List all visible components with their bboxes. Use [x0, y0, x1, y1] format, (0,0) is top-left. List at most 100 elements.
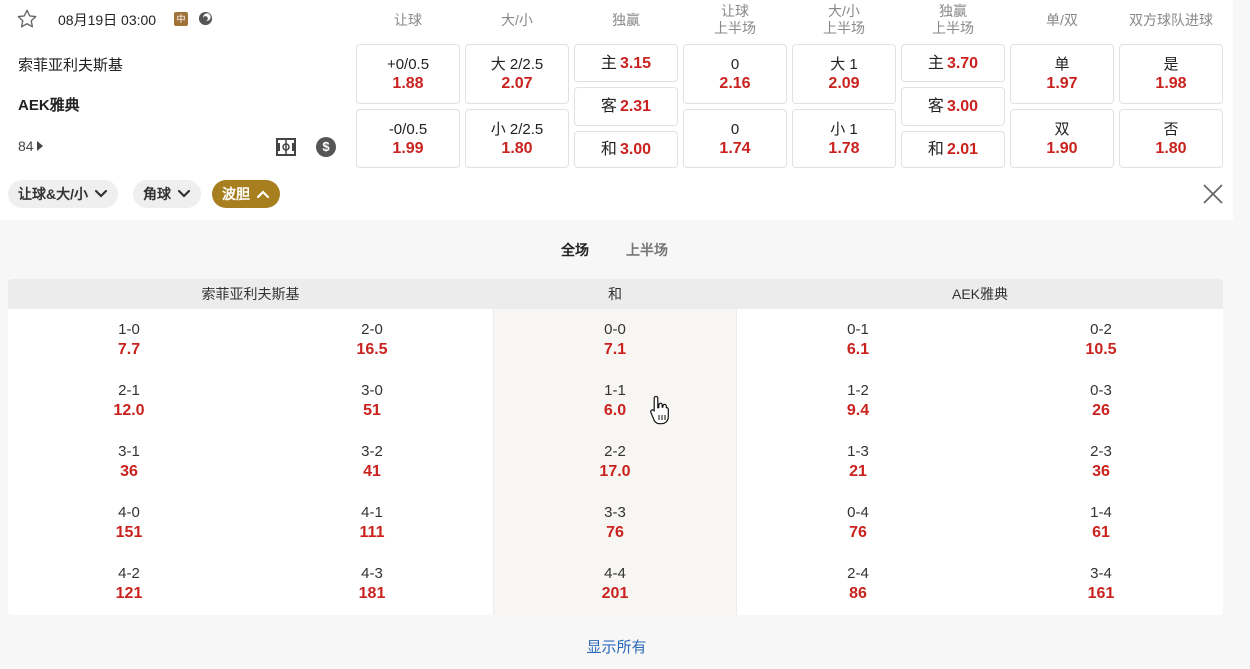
chevron-down-icon — [177, 189, 191, 198]
score-cell[interactable]: 3-1 36 — [8, 442, 250, 482]
column-header-line: 上半场 — [932, 20, 974, 36]
score-cell[interactable]: 4-3 181 — [251, 564, 493, 604]
odds-cell-moneyline-1h[interactable]: 客 3.00 — [901, 87, 1005, 126]
odds-cell-over-under[interactable]: 大 2/2.5 2.07 — [465, 44, 569, 104]
score-cell[interactable]: 3-0 51 — [251, 381, 493, 421]
score-cell[interactable]: 2-0 16.5 — [251, 320, 493, 360]
odds-cell-btts[interactable]: 否 1.80 — [1119, 109, 1223, 168]
score-odd: 86 — [849, 585, 867, 602]
score-odd: 111 — [359, 524, 385, 541]
score-cell[interactable]: 4-0 151 — [8, 503, 250, 543]
odds-value: 2.07 — [501, 75, 533, 92]
filter-label: 角球 — [143, 186, 171, 202]
odds-value: 1.78 — [828, 139, 860, 157]
filter-correct-score[interactable]: 波胆 — [212, 180, 280, 208]
score-cell[interactable]: 0-2 10.5 — [980, 320, 1222, 360]
odds-cell-over-under[interactable]: 小 2/2.5 1.80 — [465, 109, 569, 168]
score-cell[interactable]: 2-4 86 — [737, 564, 979, 604]
score-label: 1-0 — [118, 321, 140, 338]
column-header-handicap-1h: 让球 上半场 — [683, 2, 787, 38]
filter-corners[interactable]: 角球 — [133, 180, 201, 208]
score-cell[interactable]: 1-1 6.0 — [494, 381, 736, 421]
odds-cell-moneyline[interactable]: 客 2.31 — [574, 87, 678, 126]
column-header-line: 让球 — [721, 3, 749, 19]
odds-value: 3.70 — [946, 54, 979, 72]
score-cell[interactable]: 0-3 26 — [980, 381, 1222, 421]
match-minute[interactable]: 84 — [18, 138, 43, 154]
score-cell[interactable]: 4-2 121 — [8, 564, 250, 604]
odds-cell-handicap[interactable]: +0/0.5 1.88 — [356, 44, 460, 104]
odds-cell-handicap[interactable]: -0/0.5 1.99 — [356, 109, 460, 168]
score-odd: 10.5 — [1085, 341, 1117, 358]
odds-value: 2.01 — [946, 141, 979, 158]
column-header-odd-even: 单/双 — [1010, 2, 1114, 38]
score-label: 2-0 — [361, 321, 383, 338]
minute-value: 84 — [18, 138, 34, 154]
score-cell[interactable]: 3-2 41 — [251, 442, 493, 482]
match-datetime: 08月19日 03:00 — [58, 12, 157, 28]
odds-value: 3.00 — [946, 98, 979, 115]
score-cell[interactable]: 1-3 21 — [737, 442, 979, 482]
tab-full-time[interactable]: 全场 — [561, 240, 589, 260]
triangle-right-icon — [36, 141, 43, 151]
odds-label: 0 — [730, 120, 740, 138]
score-cell[interactable]: 0-4 76 — [737, 503, 979, 543]
score-cell[interactable]: 0-0 7.1 — [494, 320, 736, 360]
score-label: 0-2 — [1090, 321, 1112, 338]
score-cell[interactable]: 1-0 7.7 — [8, 320, 250, 360]
column-header-over-under-1h: 大/小 上半场 — [792, 2, 896, 38]
column-header-line: 大/小 — [828, 3, 860, 19]
score-odd: 17.0 — [599, 463, 631, 480]
show-all-link[interactable]: 显示所有 — [0, 636, 1233, 657]
odds-value: 1.98 — [1155, 75, 1187, 92]
score-label: 1-3 — [847, 443, 869, 460]
score-odd: 9.4 — [846, 402, 870, 419]
score-cell[interactable]: 2-2 17.0 — [494, 442, 736, 482]
odds-cell-moneyline[interactable]: 和 3.00 — [574, 131, 678, 168]
filter-handicap-ou[interactable]: 让球&大/小 — [8, 180, 118, 208]
pitch-icon[interactable] — [276, 138, 296, 156]
odds-cell-odd-even[interactable]: 单 1.97 — [1010, 44, 1114, 104]
score-label: 0-4 — [847, 504, 869, 521]
score-cell[interactable]: 4-4 201 — [494, 564, 736, 604]
odds-cell-handicap-1h[interactable]: 0 2.16 — [683, 44, 787, 104]
close-icon[interactable] — [1201, 182, 1225, 206]
odds-label: 单 — [1054, 56, 1070, 73]
score-odd: 6.1 — [846, 341, 870, 358]
score-cell[interactable]: 3-4 161 — [980, 564, 1222, 604]
score-cell[interactable]: 3-3 76 — [494, 503, 736, 543]
score-cell[interactable]: 1-4 61 — [980, 503, 1222, 543]
column-header-moneyline: 独赢 — [574, 2, 678, 38]
star-icon[interactable] — [16, 8, 38, 30]
filter-label: 波胆 — [222, 186, 250, 202]
odds-value: 3.00 — [619, 141, 652, 158]
odds-cell-over-under-1h[interactable]: 小 1 1.78 — [792, 109, 896, 168]
score-label: 4-0 — [118, 504, 140, 521]
odds-value: 1.80 — [1155, 139, 1187, 157]
odds-label: 客 — [600, 98, 617, 115]
score-odd: 36 — [1092, 463, 1110, 480]
odds-cell-moneyline-1h[interactable]: 主 3.70 — [901, 44, 1005, 82]
odds-value: 1.88 — [392, 75, 424, 92]
score-cell[interactable]: 2-1 12.0 — [8, 381, 250, 421]
dollar-icon[interactable]: $ — [316, 137, 336, 157]
score-cell[interactable]: 1-2 9.4 — [737, 381, 979, 421]
odds-label: 主 — [927, 54, 944, 72]
tab-first-half[interactable]: 上半场 — [626, 240, 668, 260]
score-cell[interactable]: 2-3 36 — [980, 442, 1222, 482]
chevron-up-icon — [256, 190, 270, 199]
score-odd: 36 — [120, 463, 138, 480]
score-cell[interactable]: 4-1 111 — [251, 503, 493, 543]
odds-cell-moneyline[interactable]: 主 3.15 — [574, 44, 678, 82]
column-header-line: 独赢 — [612, 11, 640, 28]
odds-cell-over-under-1h[interactable]: 大 1 2.09 — [792, 44, 896, 104]
odds-cell-odd-even[interactable]: 双 1.90 — [1010, 109, 1114, 168]
odds-cell-handicap-1h[interactable]: 0 1.74 — [683, 109, 787, 168]
column-header-handicap: 让球 — [356, 2, 460, 38]
score-odd: 21 — [849, 463, 867, 480]
score-label: 2-4 — [847, 565, 869, 582]
odds-cell-moneyline-1h[interactable]: 和 2.01 — [901, 131, 1005, 168]
odds-cell-btts[interactable]: 是 1.98 — [1119, 44, 1223, 104]
score-cell[interactable]: 0-1 6.1 — [737, 320, 979, 360]
score-label: 1-4 — [1090, 504, 1112, 521]
